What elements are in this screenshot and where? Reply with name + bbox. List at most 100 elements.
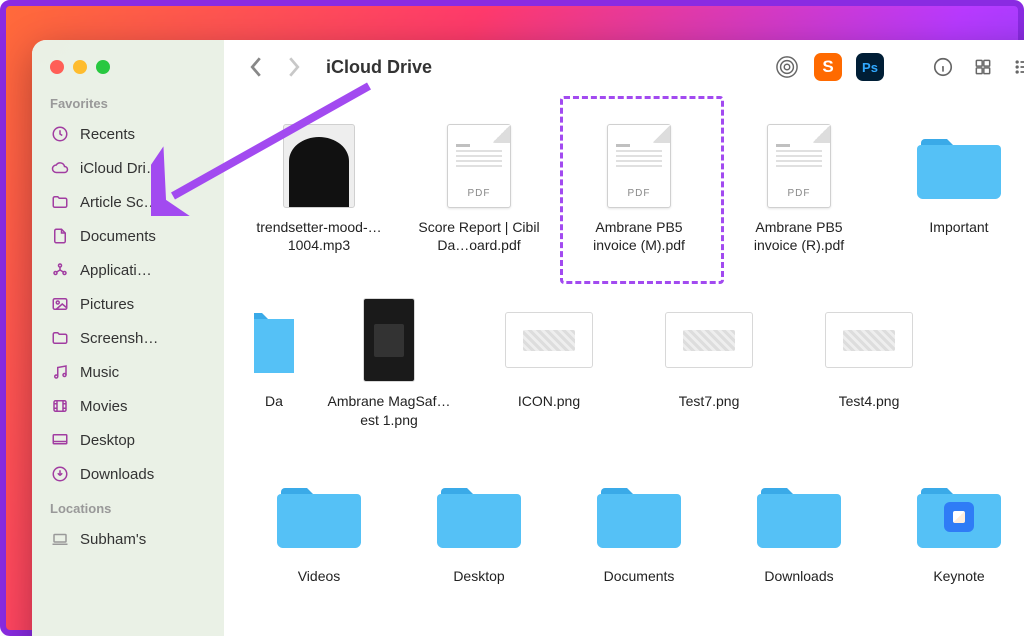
app-badge-photoshop[interactable]: Ps [856, 53, 884, 81]
file-item[interactable]: PDF Ambrane PB5 invoice (M).pdf [574, 122, 704, 254]
sidebar-section-locations: Locations [32, 491, 224, 522]
sidebar-section-favorites: Favorites [32, 86, 224, 117]
file-item[interactable]: PDF Ambrane PB5 invoice (R).pdf [734, 122, 864, 254]
file-name: Da [265, 392, 283, 410]
sidebar-item-music[interactable]: Music [32, 355, 224, 389]
window-title: iCloud Drive [326, 57, 432, 78]
file-item[interactable]: PDF Score Report | Cibil Da…oard.pdf [414, 122, 544, 254]
sidebar-item-label: Pictures [80, 296, 134, 313]
file-item[interactable]: Desktop [414, 471, 544, 585]
cloud-icon [50, 158, 70, 178]
document-icon [50, 226, 70, 246]
film-icon [50, 396, 70, 416]
file-thumbnail [505, 296, 593, 384]
file-thumbnail: PDF [595, 122, 683, 210]
sidebar: Favorites Recents iCloud Dri… Article Sc… [32, 40, 224, 636]
download-icon [50, 464, 70, 484]
grid-view-icon[interactable] [970, 54, 996, 80]
sidebar-item-documents[interactable]: Documents [32, 219, 224, 253]
close-button[interactable] [50, 60, 64, 74]
file-item[interactable]: Documents [574, 471, 704, 585]
file-name: Desktop [453, 567, 504, 585]
file-name: Keynote [933, 567, 984, 585]
folder-icon [50, 328, 70, 348]
sidebar-item-label: Documents [80, 228, 156, 245]
sidebar-item-label: Movies [80, 398, 128, 415]
file-thumbnail [275, 627, 363, 636]
sidebar-item-subhams[interactable]: Subham's [32, 522, 224, 556]
sidebar-item-label: Article Sc… [80, 194, 158, 211]
back-button[interactable] [244, 55, 268, 79]
laptop-icon [50, 529, 70, 549]
applications-icon [50, 260, 70, 280]
file-item[interactable]: Test7.png [644, 296, 774, 428]
file-name: Ambrane MagSaf…est 1.png [324, 392, 454, 428]
sidebar-item-icloud-drive[interactable]: iCloud Dri… [32, 151, 224, 185]
fullscreen-button[interactable] [96, 60, 110, 74]
folder-icon [50, 192, 70, 212]
file-item[interactable]: Ambrane MagSaf…est 1.png [324, 296, 454, 428]
list-view-icon[interactable] [1010, 54, 1024, 80]
sidebar-item-downloads[interactable]: Downloads [32, 457, 224, 491]
file-name: Test4.png [839, 392, 900, 410]
file-name: Downloads [764, 567, 833, 585]
sidebar-item-recents[interactable]: Recents [32, 117, 224, 151]
file-thumbnail [595, 471, 683, 559]
sidebar-item-label: Subham's [80, 531, 146, 548]
file-item[interactable]: Important [894, 122, 1024, 254]
file-item[interactable]: Listy [254, 627, 384, 636]
image-icon [50, 294, 70, 314]
file-thumbnail [915, 122, 1003, 210]
forward-button[interactable] [282, 55, 306, 79]
file-name: trendsetter-mood-…1004.mp3 [254, 218, 384, 254]
file-item[interactable]: Videos [254, 471, 384, 585]
file-name: Documents [604, 567, 675, 585]
file-thumbnail [275, 122, 363, 210]
sidebar-item-label: Desktop [80, 432, 135, 449]
sidebar-item-label: Screensh… [80, 330, 158, 347]
file-thumbnail [665, 296, 753, 384]
sidebar-item-label: Downloads [80, 466, 154, 483]
sidebar-item-desktop[interactable]: Desktop [32, 423, 224, 457]
file-item[interactable]: ICON.png [484, 296, 614, 428]
file-name: Videos [298, 567, 341, 585]
sidebar-item-screenshots[interactable]: Screensh… [32, 321, 224, 355]
file-thumbnail [254, 296, 294, 384]
file-thumbnail [435, 471, 523, 559]
file-grid: trendsetter-mood-…1004.mp3 PDF Score Repor… [224, 94, 1024, 636]
finder-window: Favorites Recents iCloud Dri… Article Sc… [32, 40, 1024, 636]
file-item[interactable]: Downloads [734, 471, 864, 585]
file-item[interactable]: Keynote [894, 471, 1024, 585]
sidebar-item-article-sc[interactable]: Article Sc… [32, 185, 224, 219]
airdrop-icon[interactable] [774, 54, 800, 80]
sidebar-item-label: iCloud Dri… [80, 160, 161, 177]
clock-icon [50, 124, 70, 144]
music-icon [50, 362, 70, 382]
window-controls [32, 52, 224, 86]
file-item[interactable]: Da [254, 296, 294, 428]
file-name: Test7.png [679, 392, 740, 410]
minimize-button[interactable] [73, 60, 87, 74]
sidebar-item-applications[interactable]: Applicati… [32, 253, 224, 287]
file-thumbnail: PDF [755, 122, 843, 210]
file-name: Ambrane PB5 invoice (M).pdf [574, 218, 704, 254]
app-badge-s[interactable]: S [814, 53, 842, 81]
sidebar-item-label: Recents [80, 126, 135, 143]
file-thumbnail [825, 296, 913, 384]
file-thumbnail [915, 471, 1003, 559]
file-name: Important [929, 218, 988, 236]
file-item[interactable]: Test4.png [804, 296, 934, 428]
sidebar-item-label: Music [80, 364, 119, 381]
file-thumbnail: PDF [435, 122, 523, 210]
file-thumbnail [755, 471, 843, 559]
sidebar-item-pictures[interactable]: Pictures [32, 287, 224, 321]
sidebar-item-movies[interactable]: Movies [32, 389, 224, 423]
file-thumbnail [345, 296, 433, 384]
file-name: Score Report | Cibil Da…oard.pdf [414, 218, 544, 254]
info-icon[interactable] [930, 54, 956, 80]
file-name: Ambrane PB5 invoice (R).pdf [734, 218, 864, 254]
sidebar-item-label: Applicati… [80, 262, 152, 279]
file-item[interactable]: trendsetter-mood-…1004.mp3 [254, 122, 384, 254]
file-thumbnail [275, 471, 363, 559]
main-content: iCloud Drive S Ps trendsetter-mood-…1004… [224, 40, 1024, 636]
